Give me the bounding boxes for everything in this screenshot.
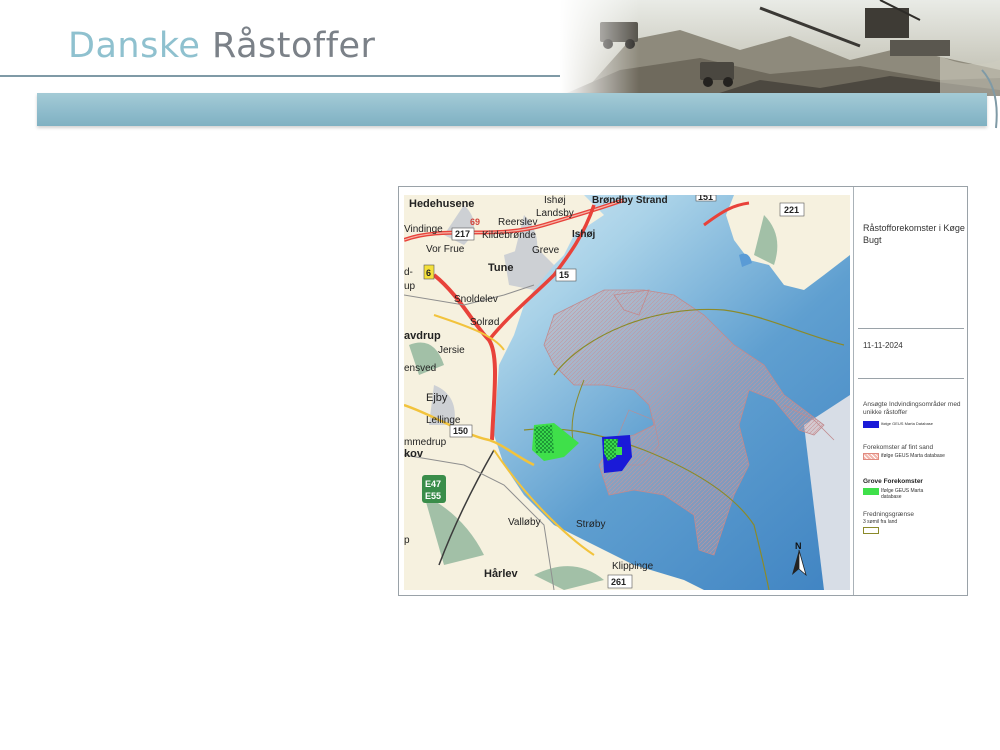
legend-fine-sand-item: ifølge GEUS Marta database: [881, 453, 945, 459]
place-valloby: Valløby: [508, 517, 541, 528]
road-6: 6: [426, 268, 431, 278]
brand-logo[interactable]: Danske Råstoffer: [68, 26, 375, 66]
place-vindinge: Vindinge: [404, 224, 443, 235]
map-legend: Råstofforekomster i Køge Bugt 11-11-2024…: [853, 187, 968, 595]
road-69: 69: [470, 217, 480, 227]
place-snoldelev: Snoldelev: [454, 294, 498, 305]
legend-boundary-item: 3 sømil fra land: [863, 519, 898, 525]
legend-swatch-fine-sand: [863, 453, 879, 460]
road-221: 221: [784, 205, 799, 215]
legend-swatch-unique: [863, 421, 879, 428]
place-brondby: Brøndby Strand: [592, 195, 668, 206]
legend-swatch-boundary: [863, 527, 879, 534]
place-avdrup: avdrup: [404, 330, 441, 342]
legend-unique-row: Ifølge GEUS Marta Database: [863, 421, 933, 428]
legend-boundary-title: Fredningsgrænse: [863, 511, 914, 518]
legend-unique-item: Ifølge GEUS Marta Database: [881, 421, 934, 426]
legend-coarse-item: Ifølge GEUS Marta database: [881, 488, 924, 500]
legend-divider-1: [858, 328, 964, 329]
place-kildebronde: Kildebrønde: [482, 230, 536, 241]
brand-word-1: Danske: [68, 26, 201, 66]
place-landsby: Landsby: [536, 208, 574, 219]
legend-coarse-row: Ifølge GEUS Marta database: [863, 488, 945, 500]
road-e55: E55: [425, 491, 441, 501]
road-261: 261: [611, 577, 626, 587]
place-vorfrue: Vor Frue: [426, 244, 465, 255]
road-150: 150: [453, 426, 468, 436]
legend-divider-2: [858, 378, 964, 379]
legend-unique-title: Ansøgte Indvindingsområder med unikke rå…: [863, 401, 961, 416]
place-reerslev: Reerslev: [498, 217, 537, 228]
place-solrod: Solrød: [470, 317, 499, 328]
place-tune: Tune: [488, 262, 513, 274]
legend-coarse-title: Grove Forekomster: [863, 478, 923, 485]
place-stroby: Strøby: [576, 519, 605, 530]
place-greve: Greve: [532, 245, 560, 256]
header: Danske Råstoffer: [0, 0, 1000, 130]
place-ishoj: Ishøj: [572, 229, 596, 240]
legend-date: 11-11-2024: [863, 341, 903, 350]
place-hedehusene: Hedehusene: [409, 198, 474, 210]
header-quarry-photo: [560, 0, 1000, 96]
map-canvas[interactable]: N Hedehusene Ishøj Brøndby Strand Reersl…: [404, 195, 850, 590]
road-151-b: 15: [559, 270, 569, 280]
place-jersie: Jersie: [438, 345, 465, 356]
place-kov: kov: [404, 448, 424, 460]
place-mmedrup: mmedrup: [404, 437, 447, 448]
place-d: d-: [404, 267, 413, 278]
place-ensved: ensved: [404, 363, 436, 374]
place-ishoj-top: Ishøj: [544, 195, 566, 206]
place-ejby: Ejby: [426, 392, 448, 404]
place-lellinge: Lellinge: [426, 415, 461, 426]
legend-title: Råstofforekomster i Køge Bugt: [863, 223, 965, 245]
road-217: 217: [455, 229, 470, 239]
brand-word-2: Råstoffer: [212, 26, 376, 66]
road-151: 151: [698, 195, 713, 202]
map-figure: N Hedehusene Ishøj Brøndby Strand Reersl…: [398, 186, 968, 596]
place-p: p: [404, 535, 410, 546]
header-band: [37, 93, 987, 126]
legend-swatch-coarse: [863, 488, 879, 495]
legend-fine-sand-row: ifølge GEUS Marta database: [863, 453, 945, 460]
place-up: up: [404, 281, 416, 292]
place-harlev: Hårlev: [484, 568, 519, 580]
road-e47: E47: [425, 479, 441, 489]
place-klippinge: Klippinge: [612, 561, 654, 572]
legend-fine-sand-title: Forekomster af fint sand: [863, 444, 934, 451]
north-label: N: [795, 541, 802, 551]
